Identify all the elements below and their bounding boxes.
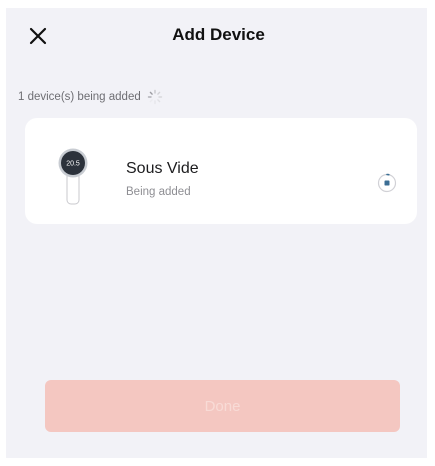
sous-vide-device-icon: 20.5	[58, 148, 88, 205]
device-thumbnail-label: 20.5	[66, 161, 80, 168]
progress-ring-icon	[377, 173, 397, 193]
done-button[interactable]: Done	[45, 380, 400, 432]
adding-status: 1 device(s) being added	[18, 88, 163, 106]
adding-status-text: 1 device(s) being added	[18, 91, 141, 103]
page-title: Add Device	[172, 25, 265, 44]
add-device-screen: Add Device 1 device(s) being added 20.5 …	[6, 8, 427, 458]
device-status: Being added	[126, 186, 191, 198]
device-card[interactable]: 20.5 Sous Vide Being added	[25, 118, 417, 224]
device-name: Sous Vide	[126, 160, 199, 177]
header: Add Device	[6, 8, 427, 64]
loading-spinner-icon	[147, 89, 162, 105]
